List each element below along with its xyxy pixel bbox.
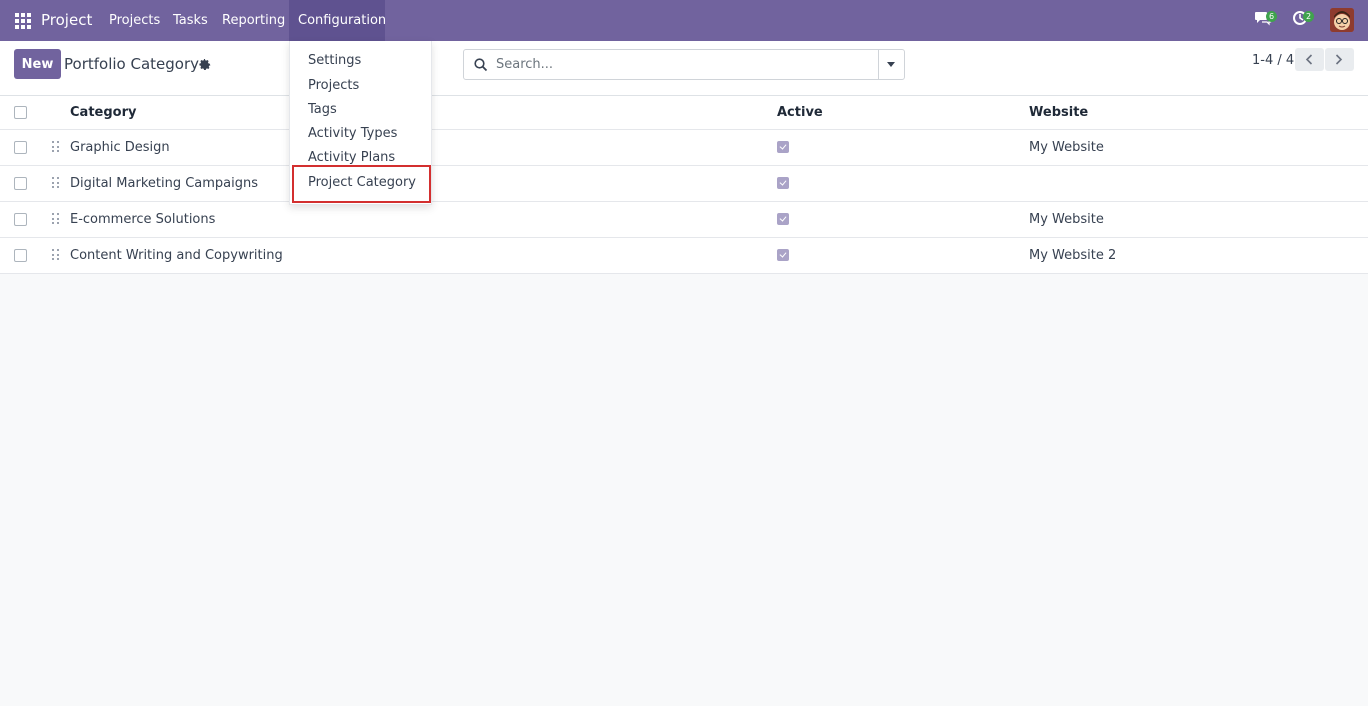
nav-tasks[interactable]: Tasks (164, 0, 217, 41)
nav-projects[interactable]: Projects (100, 0, 169, 41)
cell-category: E-commerce Solutions (70, 212, 216, 227)
column-header-active[interactable]: Active (777, 96, 823, 130)
table-row[interactable]: Digital Marketing Campaigns (0, 166, 1368, 202)
active-checkbox (777, 249, 789, 261)
messages-badge: 6 (1266, 11, 1278, 22)
list-header: Category Active Website (0, 96, 1368, 130)
top-navbar: Project Projects Tasks Reporting Configu… (0, 0, 1368, 41)
activities-badge: 2 (1303, 11, 1315, 22)
select-all-checkbox[interactable] (14, 106, 27, 119)
gear-icon[interactable] (198, 58, 211, 71)
active-checkbox (777, 141, 789, 153)
cell-website: My Website (1029, 212, 1104, 227)
active-checkbox (777, 177, 789, 189)
nav-reporting[interactable]: Reporting (213, 0, 294, 41)
page-title: Portfolio Category (64, 55, 199, 73)
cell-category: Digital Marketing Campaigns (70, 176, 259, 191)
table-row[interactable]: E-commerce Solutions My Website (0, 202, 1368, 238)
row-checkbox[interactable] (14, 213, 27, 226)
menu-item-projects[interactable]: Projects (308, 78, 359, 93)
cell-website: My Website (1029, 140, 1104, 155)
cell-category: Content Writing and Copywriting (70, 248, 283, 263)
menu-item-activity-types[interactable]: Activity Types (308, 126, 397, 141)
row-checkbox[interactable] (14, 249, 27, 262)
menu-item-settings[interactable]: Settings (308, 53, 361, 68)
search-input[interactable] (496, 50, 876, 79)
drag-handle-icon[interactable] (52, 177, 60, 189)
cell-category: Graphic Design (70, 140, 170, 155)
cell-website: My Website 2 (1029, 248, 1117, 263)
row-checkbox[interactable] (14, 177, 27, 190)
highlight-box (292, 165, 431, 203)
app-brand[interactable]: Project (41, 11, 92, 29)
menu-item-activity-plans[interactable]: Activity Plans (308, 150, 395, 165)
chevron-right-icon (1335, 54, 1343, 65)
drag-handle-icon[interactable] (52, 249, 60, 261)
apps-menu-icon[interactable] (15, 13, 31, 29)
table-row[interactable]: Graphic Design My Website (0, 130, 1368, 166)
pager-previous-button[interactable] (1295, 48, 1324, 71)
list-view: Category Active Website Graphic Design M… (0, 96, 1368, 274)
new-button[interactable]: New (14, 49, 61, 79)
search-options-toggle[interactable] (878, 50, 904, 79)
row-checkbox[interactable] (14, 141, 27, 154)
nav-configuration[interactable]: Configuration (289, 0, 386, 41)
user-avatar[interactable] (1330, 8, 1354, 32)
table-row[interactable]: Content Writing and Copywriting My Websi… (0, 238, 1368, 274)
control-panel: New Portfolio Category 1-4 / 4 (0, 41, 1368, 96)
active-checkbox (777, 213, 789, 225)
column-header-website[interactable]: Website (1029, 96, 1088, 130)
drag-handle-icon[interactable] (52, 141, 60, 153)
column-header-category[interactable]: Category (70, 96, 136, 130)
pager-next-button[interactable] (1325, 48, 1354, 71)
search-bar (463, 49, 905, 80)
drag-handle-icon[interactable] (52, 213, 60, 225)
pager-value[interactable]: 1-4 / 4 (1252, 53, 1294, 68)
search-icon (474, 58, 488, 72)
chevron-left-icon (1305, 54, 1313, 65)
menu-item-tags[interactable]: Tags (308, 102, 337, 117)
